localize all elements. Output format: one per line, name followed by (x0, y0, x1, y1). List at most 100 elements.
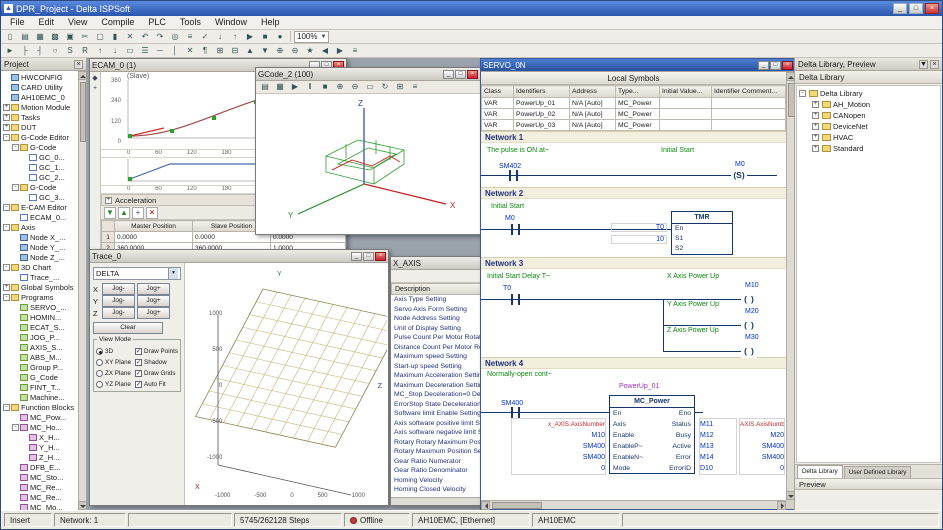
cut-icon[interactable]: ✂ (78, 30, 92, 43)
find-icon[interactable]: ◎ (168, 30, 182, 43)
project-tree-item[interactable]: X_H... (3, 432, 78, 442)
project-tree-item[interactable]: MC_Re... (3, 492, 78, 502)
print-icon[interactable]: ▣ (63, 30, 77, 43)
project-tree-item[interactable]: ECAT_S... (3, 322, 78, 332)
tree-expander-icon[interactable] (21, 174, 28, 181)
tree-expander-icon[interactable]: - (799, 90, 806, 97)
project-tree-item[interactable]: GC_2... (3, 172, 78, 182)
zoom-select[interactable]: 100% ▼ (294, 31, 329, 43)
paste-icon[interactable]: ▮ (108, 30, 122, 43)
project-tree-item[interactable]: Node Z_... (3, 252, 78, 262)
project-tree-item[interactable]: AH10EMC_0 (3, 92, 78, 102)
view-mode-option[interactable]: YZ Plane (96, 380, 133, 389)
gcode-zoom-in-icon[interactable]: ⊕ (333, 81, 347, 94)
gcode-settings-icon[interactable]: ≡ (408, 81, 422, 94)
tree-expander-icon[interactable]: - (3, 204, 10, 211)
run-icon[interactable]: ▶ (243, 30, 257, 43)
checkbox-icon[interactable] (135, 381, 142, 388)
prev-bookmark-icon[interactable]: ◀ (318, 44, 332, 57)
jog-minus-button[interactable]: Jog- (102, 295, 135, 307)
tree-expander-icon[interactable]: + (3, 104, 10, 111)
coil-symbol[interactable] (741, 319, 757, 332)
tree-expander-icon[interactable]: - (3, 134, 10, 141)
symbol-row[interactable]: VAR PowerUp_02 N/A [Auto] MC_Power (482, 109, 786, 120)
project-tree-item[interactable]: - G-Code Editor (3, 132, 78, 142)
scroll-down-icon[interactable] (78, 501, 87, 510)
tree-expander-icon[interactable]: - (3, 294, 10, 301)
project-tree-item[interactable]: HOMIN... (3, 312, 78, 322)
scroll-thumb[interactable] (788, 83, 794, 117)
operand[interactable]: M12 (700, 430, 736, 441)
identifier-cell[interactable]: PowerUp_03 (514, 120, 570, 131)
operand[interactable]: M20 (740, 430, 784, 441)
tree-expander-icon[interactable]: - (3, 224, 10, 231)
project-tree-item[interactable]: GC_3... (3, 192, 78, 202)
operand[interactable]: M11 (700, 419, 736, 430)
contact-symbol[interactable] (509, 170, 518, 181)
project-tree-item[interactable]: DFB_E... (3, 462, 78, 472)
scroll-thumb[interactable] (492, 502, 542, 509)
fb-instance-name[interactable]: PowerUp_01 (619, 383, 659, 390)
close-button[interactable]: × (467, 70, 478, 79)
gcode-zoom-out-icon[interactable]: ⊖ (348, 81, 362, 94)
set-coil-symbol[interactable]: S (731, 169, 747, 182)
close-icon[interactable]: × (74, 60, 83, 69)
network-4-label[interactable]: Network 4 (481, 357, 786, 369)
jog-plus-button[interactable]: Jog+ (137, 283, 170, 295)
operand[interactable]: SM400 (740, 452, 784, 463)
identifier-cell[interactable]: PowerUp_02 (514, 109, 570, 120)
contact-device[interactable]: SM402 (499, 163, 521, 170)
delete-line-icon[interactable]: ✕ (183, 44, 197, 57)
project-tree-item[interactable]: - 3D Chart (3, 262, 78, 272)
open-icon[interactable]: ▤ (18, 30, 32, 43)
symbol-row[interactable]: VAR PowerUp_01 N/A [Auto] MC_Power (482, 98, 786, 109)
tree-expander-icon[interactable] (12, 334, 19, 341)
library-tab[interactable]: Delta Library (797, 465, 843, 478)
minimize-button[interactable]: _ (893, 3, 907, 14)
tree-expander-icon[interactable] (12, 394, 19, 401)
operand[interactable]: 0 (740, 463, 784, 474)
coil-comment[interactable]: X Axis Power Up (667, 273, 719, 280)
checkbox-icon[interactable] (135, 370, 142, 377)
gcode-grid-icon[interactable]: ⊞ (393, 81, 407, 94)
menu-item[interactable]: Tools (173, 16, 208, 29)
download-icon[interactable]: ↓ (213, 30, 227, 43)
operand[interactable]: SM400 (740, 441, 784, 452)
class-cell[interactable]: VAR (482, 98, 514, 109)
project-tree-item[interactable]: G_Code (3, 372, 78, 382)
comment-cell[interactable] (712, 120, 786, 131)
project-tree-item[interactable]: MC_Mo... (3, 502, 78, 510)
tree-expander-icon[interactable]: + (3, 124, 10, 131)
maximize-button[interactable]: □ (455, 70, 466, 79)
project-tree-item[interactable]: + Motion Module (3, 102, 78, 112)
operand[interactable]: AXIS.AxisNumber (740, 419, 784, 430)
move-down-icon[interactable]: ▼ (258, 44, 272, 57)
scroll-left-icon[interactable] (481, 501, 490, 510)
master-position-cell[interactable]: 0.0000 (115, 232, 193, 243)
tree-expander-icon[interactable] (12, 274, 19, 281)
view-mode-option[interactable]: XY Plane (96, 358, 133, 367)
tree-expander-icon[interactable] (12, 344, 19, 351)
contact-symbol[interactable] (511, 224, 520, 235)
jog-minus-button[interactable]: Jog- (102, 283, 135, 295)
view-mode-option[interactable]: ZX Plane (96, 369, 133, 378)
ladder-vscrollbar[interactable] (786, 72, 794, 500)
jog-plus-button[interactable]: Jog+ (137, 295, 170, 307)
ecam-add-row-icon[interactable]: + (132, 207, 144, 219)
instruction-icon[interactable]: ☰ (138, 44, 152, 57)
gcode-titlebar[interactable]: GCode_2 (100) _ □ × (256, 68, 480, 81)
bookmark-icon[interactable]: ★ (303, 44, 317, 57)
draw-option[interactable]: Auto Fit (135, 380, 178, 389)
project-tree-item[interactable]: Trace_... (3, 272, 78, 282)
radio-icon[interactable] (96, 370, 103, 377)
tree-expander-icon[interactable]: - (3, 264, 10, 271)
tree-expander-icon[interactable] (21, 154, 28, 161)
initial-value-cell[interactable] (660, 109, 712, 120)
zoom-out-icon[interactable]: ⊖ (288, 44, 302, 57)
project-tree-item[interactable]: - G-Code (3, 182, 78, 192)
tree-expander-icon[interactable] (12, 214, 19, 221)
reset-coil-icon[interactable]: R (78, 44, 92, 57)
menu-item[interactable]: Help (254, 16, 287, 29)
maximize-button[interactable]: □ (770, 61, 781, 70)
compile-icon[interactable]: ≡ (183, 30, 197, 43)
